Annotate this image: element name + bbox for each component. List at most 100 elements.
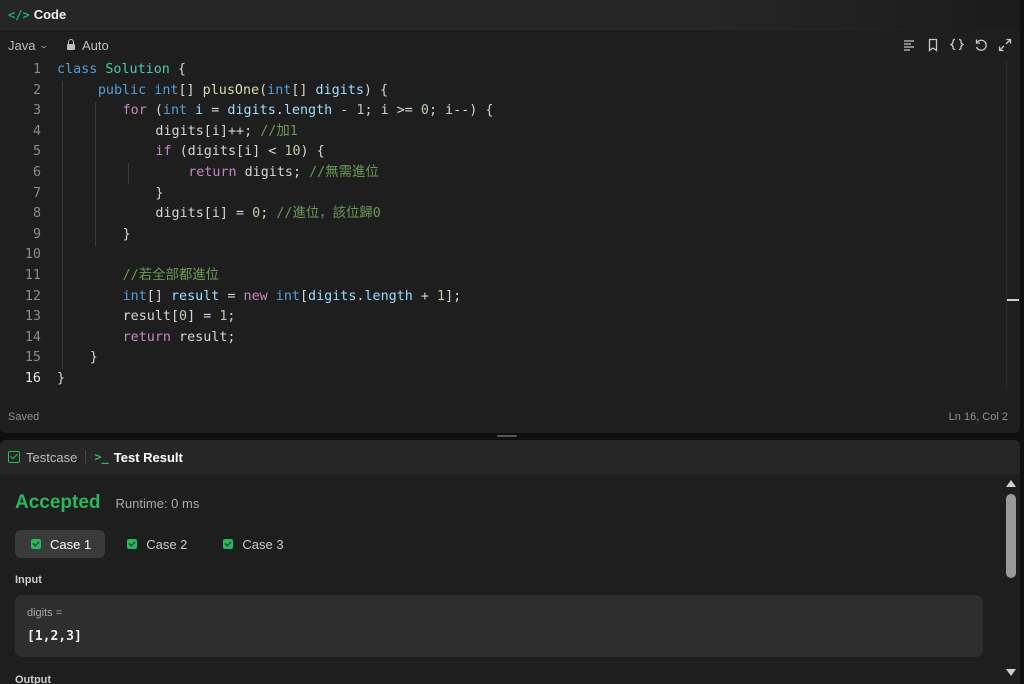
code-panel-title: Code (33, 7, 67, 22)
code-token: Solution (105, 62, 170, 77)
code-line[interactable]: 5 if (digits[i] < 10) { (0, 142, 1000, 163)
code-text: //若全部都進位 (123, 266, 219, 287)
code-token: = (203, 103, 228, 119)
code-line[interactable]: 9} (0, 225, 1000, 246)
verdict-row: Accepted Runtime: 0 ms (15, 492, 199, 514)
code-token: ; i >= (364, 103, 421, 119)
code-token: (digits[i] < (171, 144, 285, 160)
code-token: for (122, 103, 147, 119)
code-token: int (162, 103, 188, 119)
code-editor[interactable]: 1 class Solution {2 public int[] plusOne(… (0, 60, 1020, 400)
format-icon[interactable] (902, 38, 916, 52)
line-number: 11 (24, 268, 41, 283)
code-token: digits (227, 103, 276, 119)
code-text: } (90, 348, 98, 369)
code-token: = (219, 288, 244, 304)
reset-icon[interactable] (974, 38, 988, 52)
code-text: } (123, 225, 131, 246)
editor-scroll-marker[interactable] (1007, 299, 1019, 301)
code-token: length (364, 288, 413, 304)
braces-icon[interactable] (950, 38, 964, 52)
code-line[interactable]: 15} (0, 348, 1000, 369)
code-text: int[] result = new int[digits.length + 1… (123, 287, 462, 308)
case-1-button[interactable]: Case 1 (15, 530, 106, 558)
code-line[interactable]: 12 int[] result = new int[digits.length +… (0, 287, 1000, 308)
tab-test-result[interactable]: >_ Test Result (94, 450, 183, 465)
checkbox-icon (8, 451, 20, 463)
verdict-status: Accepted (15, 492, 101, 513)
code-token: 0 (179, 309, 188, 325)
code-panel: </> Code Java ⌄ Auto 1 class Solution {… (0, 0, 1020, 433)
bookmark-icon[interactable] (926, 38, 940, 52)
code-token: int (122, 288, 147, 304)
code-panel-header: </> Code (0, 0, 1020, 30)
line-number: 13 (24, 309, 41, 325)
code-line[interactable]: 3 for (int i = digits.length - 1; i >= 0;… (0, 101, 1000, 122)
scroll-thumb[interactable] (1006, 494, 1016, 578)
output-label: Output (15, 674, 52, 684)
check-icon (223, 539, 234, 549)
code-line[interactable]: 7} (0, 184, 1000, 205)
editor-scroll-track[interactable] (1006, 62, 1007, 390)
code-line[interactable]: 6 return digits; //無需進位 (0, 163, 1000, 184)
code-token: 10 (284, 144, 301, 160)
check-icon (31, 539, 41, 549)
language-selector[interactable]: Java ⌄ (8, 38, 50, 53)
code-token: length (283, 103, 333, 119)
expand-icon[interactable] (998, 38, 1012, 52)
code-token: //無需進位 (309, 165, 379, 180)
panel-resize-handle[interactable] (497, 435, 517, 437)
result-scrollbar[interactable] (1004, 476, 1018, 680)
line-number: 7 (32, 185, 41, 201)
code-token: plusOne (202, 82, 260, 98)
tab-test-result-label: Test Result (113, 449, 183, 465)
code-line[interactable]: 11 //若全部都進位 (0, 266, 1000, 287)
code-line[interactable]: 14 return result; (0, 328, 1000, 349)
line-number: 2 (32, 82, 41, 98)
input-variable-name: digits = (27, 607, 63, 619)
tab-testcase[interactable]: Testcase (8, 450, 77, 465)
line-number: 14 (24, 329, 41, 345)
chevron-down-icon: ⌄ (38, 39, 50, 50)
runtime-text: Runtime: 0 ms (115, 496, 200, 511)
code-token: ; (260, 206, 277, 222)
code-text: return digits; //無需進位 (188, 163, 379, 184)
case-3-button[interactable]: Case 3 (207, 530, 297, 558)
check-icon (127, 539, 138, 549)
cursor-position: Ln 16, Col 2 (948, 411, 1008, 423)
code-line[interactable]: 16} (0, 369, 1000, 390)
line-number: 9 (32, 226, 41, 242)
result-tabs: Testcase >_ Test Result (0, 440, 1020, 474)
toolbar-icons (902, 38, 1012, 52)
code-token: ) { (300, 144, 325, 160)
code-line[interactable]: 1 class Solution { (0, 60, 1000, 81)
auto-mode[interactable]: Auto (66, 38, 109, 53)
code-token: return (122, 329, 171, 345)
code-token: digits[i] = (155, 206, 253, 222)
code-line[interactable]: 13 result[0] = 1; (0, 307, 1000, 328)
scroll-down-icon[interactable] (1006, 669, 1016, 676)
line-number: 8 (32, 206, 41, 222)
code-token: [] (291, 82, 316, 98)
code-line[interactable]: 8 digits[i] = 0; //進位，該位歸0 (0, 204, 1000, 225)
case-2-label: Case 2 (146, 536, 188, 552)
code-token: ; (227, 309, 236, 325)
code-line[interactable]: 10 (0, 245, 1000, 266)
code-token: digits (308, 288, 357, 304)
code-token: int (275, 288, 300, 304)
case-tabs: Case 1 Case 2 Case 3 (15, 530, 298, 558)
code-text: digits[i]++; //加1 (155, 122, 297, 143)
result-panel: Testcase >_ Test Result Accepted Runtime… (0, 440, 1020, 684)
line-number: 5 (32, 144, 41, 160)
code-text: for (int i = digits.length - 1; i >= 0; … (123, 101, 494, 122)
code-token: } (57, 371, 66, 386)
code-line[interactable]: 2 public int[] plusOne(int[] digits) { (0, 81, 1000, 102)
code-token: [] (146, 288, 171, 304)
code-brackets-icon: </> (8, 7, 30, 22)
scroll-up-icon[interactable] (1006, 480, 1016, 487)
code-line[interactable]: 4 digits[i]++; //加1 (0, 122, 1000, 143)
code-token: //加1 (260, 123, 298, 139)
case-2-button[interactable]: Case 2 (111, 530, 201, 558)
